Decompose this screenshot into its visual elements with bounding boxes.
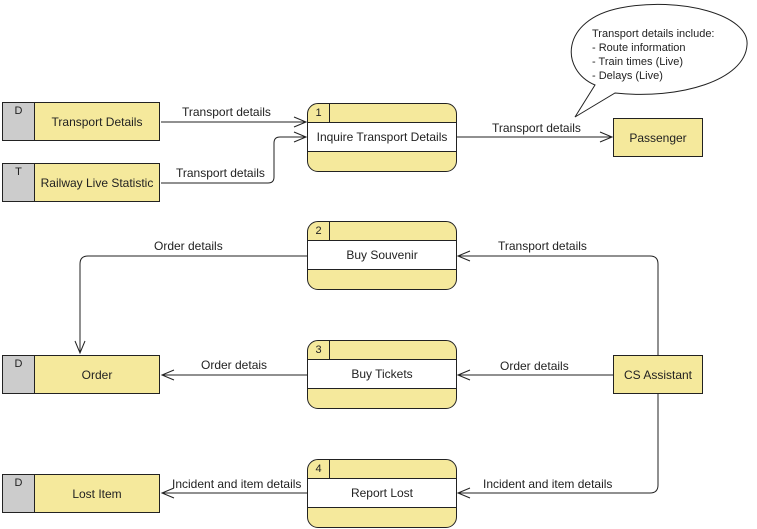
process-report-lost[interactable]: 4 Report Lost <box>307 459 457 528</box>
store-name: Transport Details <box>51 114 143 129</box>
process-number: 3 <box>308 341 330 359</box>
callout-text: Transport details include: - Route infor… <box>592 27 715 83</box>
callout-line: - Train times (Live) <box>592 56 684 68</box>
entity-passenger[interactable]: Passenger <box>613 118 703 157</box>
data-store-order[interactable]: D Order <box>2 355 160 394</box>
process-inquire-transport-details[interactable]: 1 Inquire Transport Details <box>307 103 457 172</box>
store-tag: D <box>3 475 35 512</box>
process-name: Inquire Transport Details <box>308 122 456 152</box>
flow-label: Order detais <box>201 358 268 372</box>
process-buy-souvenir[interactable]: 2 Buy Souvenir <box>307 221 457 290</box>
entity-cs-assistant[interactable]: CS Assistant <box>613 355 703 394</box>
flow-label: Transport details <box>498 239 587 253</box>
callout-line: - Delays (Live) <box>592 70 663 82</box>
flow-cs-to-p2 <box>458 255 659 355</box>
store-name: Lost Item <box>72 486 122 501</box>
data-store-lost-item[interactable]: D Lost Item <box>2 474 160 513</box>
flow-label: Transport details <box>492 121 581 135</box>
process-number: 4 <box>308 460 330 478</box>
flow-label: Incident and item details <box>172 477 302 491</box>
process-number: 2 <box>308 222 330 240</box>
process-name: Buy Souvenir <box>308 240 456 270</box>
flow-label: Order details <box>500 359 569 373</box>
flow-label: Order details <box>154 239 223 253</box>
flow-label: Transport details <box>182 105 271 119</box>
store-tag: T <box>3 164 35 201</box>
store-tag: D <box>3 356 35 393</box>
store-tag: D <box>3 103 35 140</box>
flow-label: Transport details <box>176 166 265 180</box>
process-buy-tickets[interactable]: 3 Buy Tickets <box>307 340 457 409</box>
store-name: Railway Live Statistic <box>40 175 154 190</box>
data-store-transport-details[interactable]: D Transport Details <box>2 102 160 141</box>
flow-label: Incident and item details <box>483 477 613 491</box>
process-name: Buy Tickets <box>308 359 456 389</box>
flow-p2-to-order <box>79 255 307 353</box>
callout-title: Transport details include: <box>592 28 715 40</box>
store-name: Order <box>81 367 113 382</box>
process-number: 1 <box>308 104 330 122</box>
process-name: Report Lost <box>308 478 456 508</box>
data-store-railway-live-statistic[interactable]: T Railway Live Statistic <box>2 163 160 202</box>
callout-line: - Route information <box>592 42 686 54</box>
